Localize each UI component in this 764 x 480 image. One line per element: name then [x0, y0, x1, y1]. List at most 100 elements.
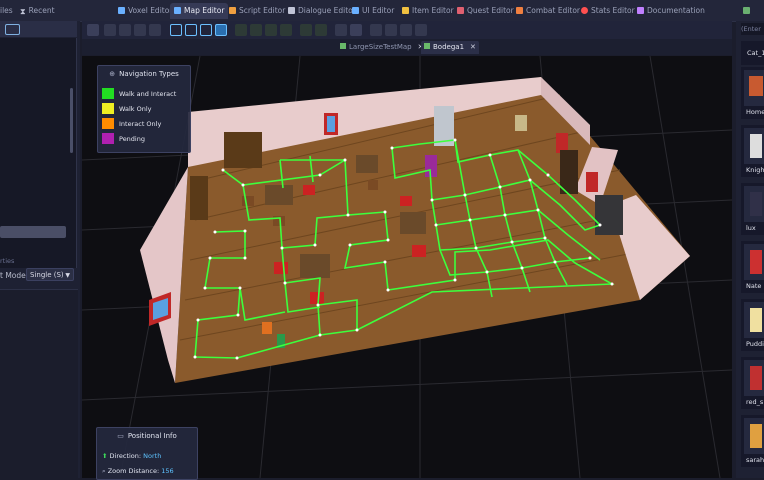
tab-stats-editor[interactable]: Stats Editor: [581, 3, 635, 19]
positional-info-panel: ▭ Positional Info ⬆ Direction: North ⌕ Zo…: [96, 427, 198, 480]
asset-thumbnail: [744, 186, 764, 222]
character-npc: [515, 115, 527, 131]
undo-icon[interactable]: [134, 24, 146, 36]
folder-icon[interactable]: [370, 24, 382, 36]
chair: [400, 196, 412, 206]
legend-title: ⊕ Navigation Types: [109, 70, 179, 78]
legend-swatch: [102, 103, 114, 114]
add-tool-icon[interactable]: [200, 24, 212, 36]
sword-icon: [516, 7, 523, 14]
tab-script-editor[interactable]: Script Editor: [229, 3, 285, 19]
window-glass: [327, 116, 335, 132]
asset-item[interactable]: Home: [741, 67, 764, 119]
magnifier-icon: ⌕: [102, 467, 106, 475]
table: [265, 185, 293, 205]
nav-tool-1-icon[interactable]: [235, 24, 247, 36]
asset-item[interactable]: red_s: [741, 357, 764, 409]
legend-swatch: [102, 88, 114, 99]
direction-row: ⬆ Direction: North: [102, 452, 162, 460]
tab-recent[interactable]: ⧗ Recent: [20, 3, 55, 19]
speech-icon: [288, 7, 295, 14]
select-mode-label: t Mode:: [0, 271, 29, 280]
tab-ui-editor[interactable]: UI Editor: [352, 3, 394, 19]
chair: [242, 196, 254, 206]
nav-tool-2-icon[interactable]: [250, 24, 262, 36]
asset-thumbnail: [744, 128, 764, 164]
asset-item[interactable]: Nate: [741, 241, 764, 293]
cube-icon: [118, 7, 125, 14]
nav-tool-4-icon[interactable]: [280, 24, 292, 36]
move-tool-icon[interactable]: [185, 24, 197, 36]
key-icon: [402, 7, 409, 14]
asset-item[interactable]: lux: [741, 183, 764, 235]
file-tab-largesizetestmap[interactable]: LargeSizeTestMap✕: [340, 41, 424, 54]
chair: [368, 180, 378, 190]
chair: [412, 245, 426, 257]
book-icon: [637, 7, 644, 14]
new-map-icon[interactable]: [87, 24, 99, 36]
asset-list[interactable]: [0, 38, 77, 268]
bookshelf: [224, 132, 262, 168]
tab-voxel-editor[interactable]: Voxel Editor: [118, 3, 172, 19]
close-icon[interactable]: ✕: [470, 43, 476, 51]
tab-files[interactable]: iles: [0, 3, 13, 19]
positional-info-title: ▭ Positional Info: [117, 432, 177, 440]
tab-item-editor[interactable]: Item Editor: [402, 3, 454, 19]
toggle-icon[interactable]: [5, 24, 20, 35]
grid-icon: [743, 7, 750, 14]
quest-icon: [457, 7, 464, 14]
asset-item[interactable]: Puddi: [741, 299, 764, 351]
file-tab-bodega1[interactable]: Bodega1 ✕: [421, 41, 479, 54]
tab-documentation[interactable]: Documentation: [637, 3, 705, 19]
map-toolbar: [82, 21, 732, 39]
asset-item[interactable]: Knigh: [741, 125, 764, 177]
asset-item[interactable]: sarah: [741, 415, 764, 467]
tab-map-editor[interactable]: Map Editor: [170, 3, 229, 19]
map-file-icon: [340, 43, 346, 49]
tab-quest-editor[interactable]: Quest Editor: [457, 3, 514, 19]
window-right-2: [586, 172, 598, 192]
properties-heading: rties: [0, 257, 15, 265]
save-icon[interactable]: [104, 24, 116, 36]
map-file-icon: [424, 43, 430, 49]
save-all-icon[interactable]: [119, 24, 131, 36]
table: [400, 212, 426, 234]
view-tool-icon[interactable]: [215, 24, 227, 36]
layers-icon[interactable]: [350, 24, 362, 36]
search-input[interactable]: (Enter: [741, 23, 764, 35]
zoom-row: ⌕ Zoom Distance: 156: [102, 467, 174, 475]
scrollbar[interactable]: [70, 88, 73, 153]
tab-overflow[interactable]: [743, 3, 753, 19]
gear-icon[interactable]: [400, 24, 412, 36]
left-panel-empty-area: [0, 289, 78, 479]
settings-icon[interactable]: [335, 24, 347, 36]
left-panel: rties t Mode: Single (S) ▼: [0, 21, 80, 479]
grid-icon[interactable]: [385, 24, 397, 36]
bookshelf-left: [190, 176, 208, 220]
nav-tool-6-icon[interactable]: [315, 24, 327, 36]
asset-thumbnail: [744, 360, 764, 396]
legend-swatch: [102, 133, 114, 144]
navigation-icon: ⊕: [109, 70, 116, 78]
select-mode-dropdown[interactable]: Single (S) ▼: [26, 268, 74, 281]
close-view-icon[interactable]: [415, 24, 427, 36]
asset-thumbnail: [744, 418, 764, 454]
nav-tool-5-icon[interactable]: [300, 24, 312, 36]
legend-swatch: [102, 118, 114, 129]
redo-icon[interactable]: [149, 24, 161, 36]
asset-item[interactable]: Cat_1: [741, 41, 764, 65]
asset-thumbnail: [744, 70, 764, 106]
tab-combat-editor[interactable]: Combat Editor: [516, 3, 580, 19]
right-panel: (Enter Cat_1 Home Knigh lux Nate Puddi r…: [736, 21, 764, 478]
ui-icon: [352, 7, 359, 14]
tab-dialogue-editor[interactable]: Dialogue Editor: [288, 3, 356, 19]
zoom-value: 156: [161, 467, 174, 475]
door: [560, 150, 578, 194]
selected-list-item[interactable]: [0, 226, 66, 238]
table: [356, 155, 378, 173]
heart-icon: [581, 7, 588, 14]
character-npc: [262, 322, 272, 334]
top-tab-bar: iles ⧗ Recent Voxel Editor Map Editor Scr…: [0, 0, 764, 22]
select-tool-icon[interactable]: [170, 24, 182, 36]
nav-tool-3-icon[interactable]: [265, 24, 277, 36]
